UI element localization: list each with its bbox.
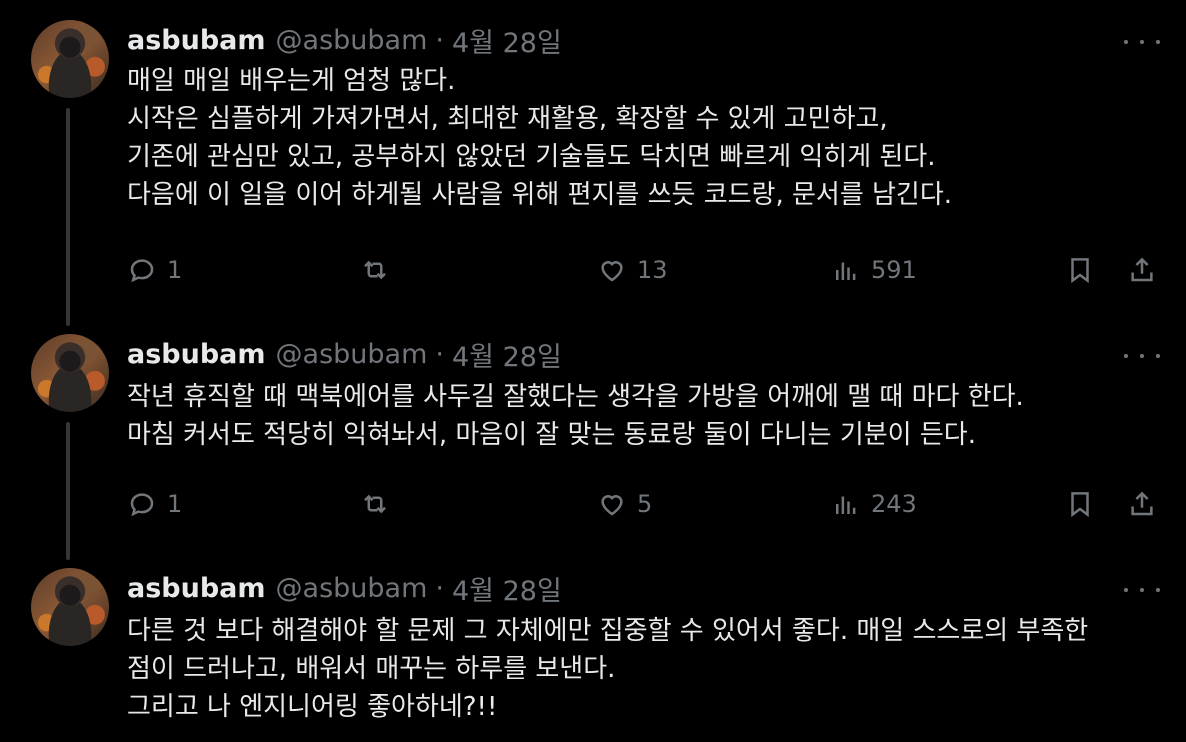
tweet-header: asbubam @asbubam · 4월 28일	[127, 24, 562, 59]
like-button[interactable]: 13	[597, 250, 668, 290]
share-icon	[1131, 491, 1153, 516]
tweet-text-line: 작년 휴직할 때 맥북에어를 사두길 잘했다는 생각을 가방을 어깨에 맬 때 …	[127, 382, 1024, 412]
tweet-text: 다른 것 보다 해결해야 할 문제 그 자체에만 집중할 수 있어서 좋다. 매…	[127, 612, 1157, 726]
bookmark-icon	[1071, 492, 1089, 518]
views-icon	[836, 496, 856, 514]
user-handle[interactable]: @asbubam	[276, 573, 428, 604]
user-handle[interactable]: @asbubam	[276, 339, 428, 370]
view-count: 591	[871, 256, 917, 284]
tweet-date[interactable]: 4월 28일	[452, 569, 562, 608]
more-icon[interactable]	[1124, 580, 1160, 600]
tweet-text: 매일 매일 배우는게 엄청 많다. 시작은 심플하게 가져가면서, 최대한 재활…	[127, 62, 1157, 214]
avatar[interactable]	[31, 334, 109, 412]
tweet-text: 작년 휴직할 때 맥북에어를 사두길 잘했다는 생각을 가방을 어깨에 맬 때 …	[127, 378, 1157, 454]
tweet-actions: 1 5 243	[127, 484, 1167, 524]
share-button[interactable]	[1127, 484, 1157, 524]
bookmark-button[interactable]	[1065, 250, 1095, 290]
separator-dot: ·	[435, 338, 444, 370]
display-name[interactable]: asbubam	[127, 339, 266, 370]
retweet-icon	[364, 494, 386, 514]
avatar[interactable]	[31, 20, 109, 98]
heart-icon	[601, 261, 623, 282]
tweet-header: asbubam @asbubam · 4월 28일	[127, 338, 562, 373]
tweet-text-line: 그리고 나 엔지니어링 좋아하네?!!	[127, 692, 498, 722]
tweet-text-line: 점이 드러나고, 배워서 매꾸는 하루를 보낸다.	[127, 654, 616, 684]
thread-connector	[66, 422, 70, 560]
tweet-text-line: 다음에 이 일을 이어 하게될 사람을 위해 편지를 쓰듯 코드랑, 문서를 남…	[127, 180, 953, 210]
separator-dot: ·	[435, 24, 444, 56]
tweet-date[interactable]: 4월 28일	[452, 335, 562, 374]
reply-count: 1	[167, 490, 183, 518]
heart-icon	[601, 495, 623, 516]
tweet-text-line: 다른 것 보다 해결해야 할 문제 그 자체에만 집중할 수 있어서 좋다. 매…	[127, 616, 1089, 646]
more-icon[interactable]	[1124, 346, 1160, 366]
tweet-date[interactable]: 4월 28일	[452, 21, 562, 60]
share-button[interactable]	[1127, 250, 1157, 290]
share-icon	[1131, 257, 1153, 282]
views-icon	[836, 262, 856, 280]
like-count: 13	[637, 256, 668, 284]
tweet-text-line: 기존에 관심만 있고, 공부하지 않았던 기술들도 닥치면 빠르게 익히게 된다…	[127, 142, 936, 172]
thread-connector	[66, 108, 70, 326]
tweet-text-line: 마침 커서도 적당히 익혀놔서, 마음이 잘 맞는 동료랑 둘이 다니는 기분이…	[127, 420, 976, 450]
more-icon[interactable]	[1124, 32, 1160, 52]
reply-icon	[130, 493, 154, 517]
bookmark-icon	[1071, 258, 1089, 284]
display-name[interactable]: asbubam	[127, 25, 266, 56]
retweet-button[interactable]	[360, 250, 400, 290]
views-button[interactable]: 591	[831, 250, 917, 290]
tweet-text-line: 시작은 심플하게 가져가면서, 최대한 재활용, 확장할 수 있게 고민하고,	[127, 104, 888, 134]
retweet-icon	[364, 260, 386, 280]
display-name[interactable]: asbubam	[127, 573, 266, 604]
reply-button[interactable]: 1	[127, 484, 182, 524]
avatar[interactable]	[31, 568, 109, 646]
view-count: 243	[871, 490, 917, 518]
like-count: 5	[637, 490, 653, 518]
tweet-actions: 1 13 591	[127, 250, 1167, 290]
reply-button[interactable]: 1	[127, 250, 182, 290]
tweet-text-line: 매일 매일 배우는게 엄청 많다.	[127, 66, 456, 96]
retweet-button[interactable]	[360, 484, 400, 524]
reply-count: 1	[167, 256, 183, 284]
reply-icon	[130, 259, 154, 283]
separator-dot: ·	[435, 572, 444, 604]
user-handle[interactable]: @asbubam	[276, 25, 428, 56]
bookmark-button[interactable]	[1065, 484, 1095, 524]
tweet-header: asbubam @asbubam · 4월 28일	[127, 572, 562, 607]
views-button[interactable]: 243	[831, 484, 917, 524]
like-button[interactable]: 5	[597, 484, 652, 524]
